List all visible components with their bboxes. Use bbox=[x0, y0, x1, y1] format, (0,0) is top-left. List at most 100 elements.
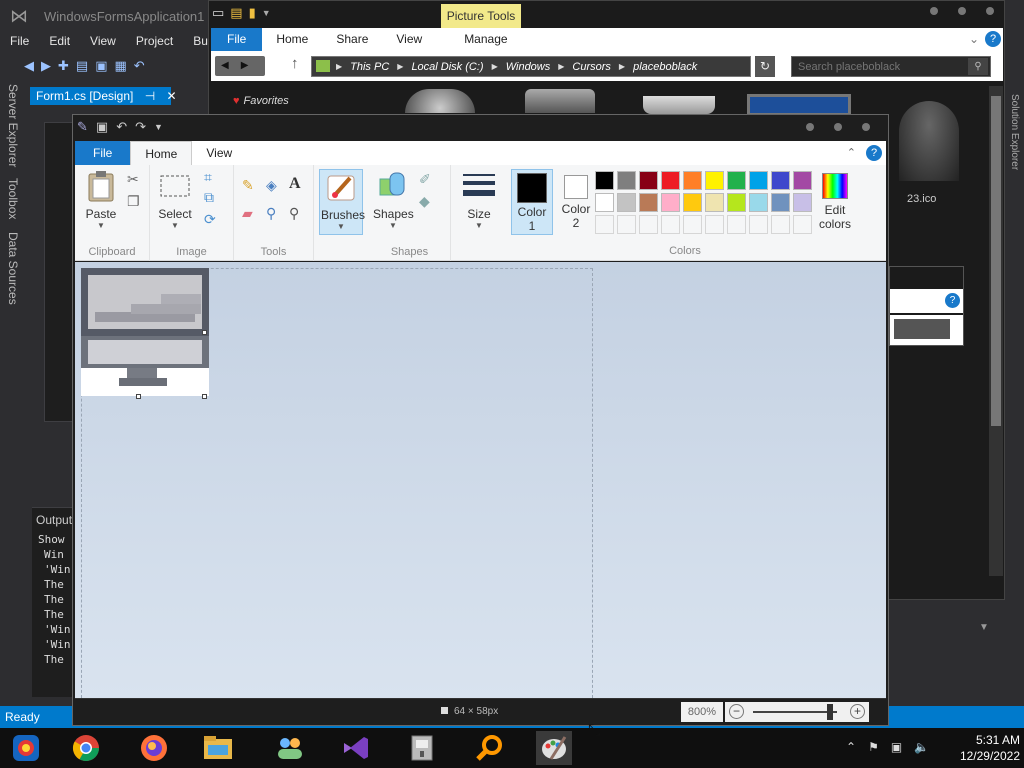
palette-swatch[interactable] bbox=[727, 193, 746, 212]
zoom-in-icon[interactable]: + bbox=[850, 704, 865, 719]
zoom-slider-thumb[interactable] bbox=[827, 704, 834, 720]
palette-swatch[interactable] bbox=[793, 193, 812, 212]
show-hidden-icons-icon[interactable]: ⌃ bbox=[846, 740, 856, 754]
palette-swatch[interactable] bbox=[595, 171, 614, 190]
firefox-icon[interactable] bbox=[136, 731, 172, 765]
color1-button[interactable]: Color 1 bbox=[511, 169, 553, 235]
palette-swatch[interactable] bbox=[771, 171, 790, 190]
custom-color-slot[interactable] bbox=[727, 215, 746, 234]
palette-swatch[interactable] bbox=[749, 193, 768, 212]
crop-icon[interactable]: ⌗ bbox=[204, 169, 212, 186]
chevron-right-icon[interactable]: ▶ bbox=[336, 62, 342, 71]
doc-tab-form1-design[interactable]: Form1.cs [Design] ⊣ ✕ bbox=[30, 87, 177, 105]
rotate-icon[interactable]: ⟳ bbox=[204, 211, 216, 228]
maximize-icon[interactable] bbox=[958, 7, 966, 15]
paint-tab-file[interactable]: File bbox=[75, 141, 131, 165]
paint-canvas-area[interactable] bbox=[75, 262, 886, 698]
help-icon[interactable]: ? bbox=[866, 145, 882, 161]
address-bar[interactable]: ▶ This PC ▶ Local Disk (C:) ▶ Windows ▶ … bbox=[311, 56, 751, 77]
help-icon[interactable]: ? bbox=[985, 31, 1001, 47]
palette-swatch[interactable] bbox=[639, 171, 658, 190]
toolbox-tab[interactable]: Toolbox bbox=[6, 178, 20, 219]
fill-bucket-icon[interactable]: ◈ bbox=[266, 177, 277, 194]
scroll-down-icon[interactable]: ▼ bbox=[979, 622, 989, 633]
palette-swatch[interactable] bbox=[661, 193, 680, 212]
globe-file-thumbnail[interactable] bbox=[405, 89, 475, 113]
text-tool-icon[interactable]: A bbox=[289, 175, 301, 193]
copy-icon[interactable]: ❐ bbox=[127, 193, 140, 210]
new-folder-icon[interactable]: ▮ bbox=[249, 5, 256, 21]
open-file-icon[interactable]: ▤ bbox=[76, 58, 88, 74]
color2-button[interactable]: Color 2 bbox=[555, 169, 597, 235]
eraser-icon[interactable]: ▰ bbox=[242, 205, 253, 222]
flag-icon[interactable]: ⚑ bbox=[868, 740, 879, 754]
save-icon[interactable]: ▣ bbox=[96, 119, 108, 135]
palette-swatch[interactable] bbox=[749, 171, 768, 190]
resize-handle[interactable] bbox=[202, 330, 207, 335]
zoom-slider-track[interactable] bbox=[753, 711, 837, 713]
collapse-ribbon-icon[interactable]: ⌃ bbox=[847, 141, 856, 165]
custom-color-slot[interactable] bbox=[639, 215, 658, 234]
save-all-icon[interactable]: ▦ bbox=[115, 58, 127, 74]
custom-color-slot[interactable] bbox=[749, 215, 768, 234]
new-project-icon[interactable]: ✚ bbox=[58, 58, 69, 74]
save-icon[interactable]: ▣ bbox=[95, 58, 107, 74]
chevron-right-icon[interactable]: ▶ bbox=[492, 62, 498, 71]
chevron-right-icon[interactable]: ▶ bbox=[619, 62, 625, 71]
refresh-icon[interactable]: ↻ bbox=[755, 56, 775, 77]
paint-app-icon[interactable]: ✎ bbox=[77, 119, 88, 135]
custom-color-slot[interactable] bbox=[705, 215, 724, 234]
user-file-thumbnail[interactable] bbox=[899, 101, 959, 181]
vs-menu-project[interactable]: Project bbox=[126, 32, 183, 52]
select-button[interactable]: Select ▼ bbox=[156, 169, 194, 230]
visual-studio-icon[interactable] bbox=[338, 731, 374, 765]
search-input[interactable] bbox=[792, 57, 962, 76]
brushes-button[interactable]: Brushes ▼ bbox=[319, 169, 365, 235]
recycle-bin-file-thumbnail[interactable] bbox=[525, 89, 595, 113]
custom-color-slot[interactable] bbox=[683, 215, 702, 234]
mini-search-box[interactable] bbox=[894, 319, 950, 339]
qat-dropdown-icon[interactable]: ▼ bbox=[262, 8, 271, 18]
explorer-tab-share[interactable]: Share bbox=[322, 28, 382, 51]
taskbar-clock[interactable]: 5:31 AM 12/29/2022 bbox=[930, 732, 1020, 764]
cup-file-thumbnail[interactable] bbox=[643, 96, 715, 114]
folder-icon[interactable]: ▭ bbox=[212, 5, 224, 21]
forward-icon[interactable]: ▶ bbox=[41, 58, 51, 74]
scrollbar-thumb[interactable] bbox=[991, 96, 1001, 426]
forward-icon[interactable]: ▶ bbox=[235, 60, 255, 71]
explorer-tab-home[interactable]: Home bbox=[262, 28, 322, 51]
people-app-icon[interactable] bbox=[272, 731, 308, 765]
palette-swatch[interactable] bbox=[793, 171, 812, 190]
explorer-tab-file[interactable]: File bbox=[211, 28, 263, 51]
explorer-tab-manage[interactable]: Manage bbox=[436, 28, 521, 51]
qat-dropdown-icon[interactable]: ▼ bbox=[154, 122, 163, 132]
volume-icon[interactable]: 🔈 bbox=[914, 740, 929, 754]
palette-swatch[interactable] bbox=[639, 193, 658, 212]
palette-swatch[interactable] bbox=[595, 193, 614, 212]
close-icon[interactable]: ✕ bbox=[167, 89, 177, 103]
breadcrumb-cursors[interactable]: Cursors bbox=[572, 61, 611, 73]
installer-icon[interactable] bbox=[404, 731, 440, 765]
resize-handle[interactable] bbox=[202, 394, 207, 399]
chevron-right-icon[interactable]: ▶ bbox=[397, 62, 403, 71]
breadcrumb-placeboblack[interactable]: placeboblack bbox=[633, 61, 697, 73]
up-arrow-icon[interactable]: ↑ bbox=[291, 55, 299, 72]
start-app-icon[interactable] bbox=[8, 731, 44, 765]
paint-app-icon[interactable] bbox=[536, 731, 572, 765]
cut-icon[interactable]: ✂ bbox=[127, 171, 139, 188]
back-icon[interactable]: ◀ bbox=[215, 60, 235, 71]
vs-menu-view[interactable]: View bbox=[80, 32, 126, 52]
undo-icon[interactable]: ↶ bbox=[134, 58, 145, 74]
outline-icon[interactable]: ✐ bbox=[419, 171, 431, 188]
properties-icon[interactable]: ▤ bbox=[230, 5, 242, 21]
search-tool-icon[interactable] bbox=[472, 731, 508, 765]
pin-icon[interactable]: ⊣ bbox=[145, 89, 155, 103]
undo-icon[interactable]: ↶ bbox=[116, 119, 127, 135]
redo-icon[interactable]: ↷ bbox=[135, 119, 146, 135]
palette-swatch[interactable] bbox=[705, 193, 724, 212]
color-picker-icon[interactable]: ⚲ bbox=[266, 205, 276, 222]
minimize-icon[interactable] bbox=[806, 123, 814, 131]
breadcrumb-windows[interactable]: Windows bbox=[506, 61, 551, 73]
chevron-right-icon[interactable]: ▶ bbox=[558, 62, 564, 71]
close-icon[interactable] bbox=[862, 123, 870, 131]
